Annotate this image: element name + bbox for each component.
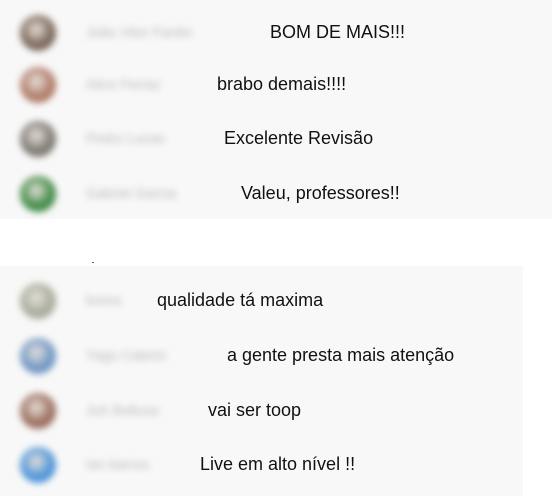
- divider-mark: [92, 262, 94, 263]
- message-text: brabo demais!!!!: [217, 74, 347, 94]
- author-name[interactable]: breno: [86, 292, 122, 308]
- chat-panel-bottom: breno qualidade tá maxima Yago Cabrini a…: [0, 266, 523, 496]
- author-name[interactable]: Juh Bellusa: [86, 402, 158, 418]
- avatar[interactable]: [20, 393, 56, 429]
- author-name[interactable]: Pedro Lucas: [86, 130, 165, 146]
- chat-message: breno qualidade tá maxima: [0, 273, 523, 327]
- chat-message: Ian barros Live em alto nível !!: [0, 437, 523, 491]
- avatar[interactable]: [20, 67, 56, 103]
- message-text: a gente presta mais atenção: [227, 345, 455, 365]
- message-text: Live em alto nível !!: [200, 454, 356, 474]
- author-name[interactable]: João Vitor Fardin: [86, 24, 192, 40]
- chat-message: Pedro Lucas Excelente Revisão: [0, 111, 552, 165]
- message-text: BOM DE MAIS!!!: [270, 22, 406, 42]
- author-name[interactable]: Yago Cabrini: [86, 347, 166, 363]
- message-text: Valeu, professores!!: [241, 183, 400, 203]
- avatar[interactable]: [20, 176, 56, 212]
- chat-panel-top: João Vitor Fardin BOM DE MAIS!!! Alice F…: [0, 0, 552, 219]
- author-name[interactable]: Gabriel Garcia: [86, 185, 176, 201]
- chat-message: João Vitor Fardin BOM DE MAIS!!!: [0, 5, 552, 59]
- message-text: Excelente Revisão: [224, 128, 374, 148]
- chat-message: Yago Cabrini a gente presta mais atenção: [0, 328, 523, 382]
- avatar[interactable]: [20, 15, 56, 51]
- chat-message: Juh Bellusa vai ser toop: [0, 383, 523, 437]
- message-text: qualidade tá maxima: [157, 290, 324, 310]
- avatar[interactable]: [20, 283, 56, 319]
- avatar[interactable]: [20, 338, 56, 374]
- author-name[interactable]: Ian barros: [86, 456, 149, 472]
- chat-message: Gabriel Garcia Valeu, professores!!: [0, 166, 552, 220]
- avatar[interactable]: [20, 121, 56, 157]
- author-name[interactable]: Alice Ferraz: [86, 76, 161, 92]
- avatar[interactable]: [20, 447, 56, 483]
- chat-message: Alice Ferraz brabo demais!!!!: [0, 57, 552, 111]
- message-text: vai ser toop: [208, 400, 302, 420]
